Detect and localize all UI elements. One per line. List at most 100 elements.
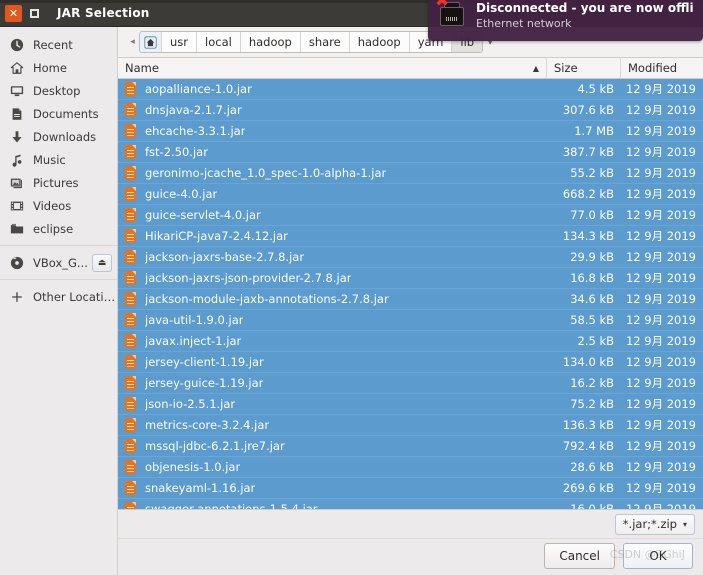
sidebar-item-home[interactable]: Home <box>0 56 117 79</box>
table-row[interactable]: dnsjava-2.1.7.jar 307.6 kB 12 9月 2019 <box>118 100 703 121</box>
filter-value-label: *.jar;*.zip <box>622 517 677 531</box>
sidebar-item-pictures[interactable]: Pictures <box>0 171 117 194</box>
cancel-button[interactable]: Cancel <box>544 542 615 569</box>
jar-file-icon <box>125 355 136 369</box>
table-row[interactable]: json-io-2.5.1.jar 75.2 kB 12 9月 2019 <box>118 394 703 415</box>
breadcrumb-item-share[interactable]: share <box>300 32 350 52</box>
table-row[interactable]: metrics-core-3.2.4.jar 136.3 kB 12 9月 2019 <box>118 415 703 436</box>
sidebar-item-desktop[interactable]: Desktop <box>0 79 117 102</box>
file-modified-cell: 12 9月 2019 <box>625 145 696 159</box>
sidebar-item-label: Other Locations <box>33 289 117 304</box>
file-name-label: fst-2.50.jar <box>145 145 208 159</box>
sidebar-item-label: Documents <box>33 106 99 121</box>
file-size-cell: 16.8 kB <box>570 271 614 285</box>
jar-file-icon <box>125 439 136 453</box>
file-name-cell: dnsjava-2.1.7.jar <box>118 103 547 117</box>
breadcrumb-home-button[interactable] <box>140 32 162 52</box>
file-modified-cell: 12 9月 2019 <box>625 460 696 474</box>
table-row[interactable]: HikariCP-java7-2.4.12.jar 134.3 kB 12 9月 2… <box>118 226 703 247</box>
breadcrumb-item-hadoop-2[interactable]: hadoop <box>349 32 410 52</box>
table-row[interactable]: guice-4.0.jar 668.2 kB 12 9月 2019 <box>118 184 703 205</box>
file-name-cell: guice-4.0.jar <box>118 187 547 201</box>
file-modified-cell: 12 9月 2019 <box>625 208 696 222</box>
table-row[interactable]: jersey-client-1.19.jar 134.0 kB 12 9月 2019 <box>118 352 703 373</box>
places-sidebar: Recent Home Desktop Documents Downloads … <box>0 27 118 575</box>
table-row[interactable]: aopalliance-1.0.jar 4.5 kB 12 9月 2019 <box>118 79 703 100</box>
column-header-name[interactable]: Name ▲ <box>118 58 547 78</box>
file-modified-cell: 12 9月 2019 <box>625 292 696 306</box>
sidebar-item-downloads[interactable]: Downloads <box>0 125 117 148</box>
close-icon[interactable]: ✕ <box>5 4 22 22</box>
file-size-cell: 16.2 kB <box>570 376 614 390</box>
column-header-size[interactable]: Size <box>547 58 621 78</box>
table-row[interactable]: geronimo-jcache_1.0_spec-1.0-alpha-1.jar… <box>118 163 703 184</box>
jar-file-icon <box>125 418 136 432</box>
table-row[interactable]: jersey-guice-1.19.jar 16.2 kB 12 9月 2019 <box>118 373 703 394</box>
file-name-label: java-util-1.9.0.jar <box>145 313 244 327</box>
sidebar-item-label: VBox_G... <box>33 255 88 270</box>
sidebar-item-vbox-device[interactable]: VBox_G... ⏏ <box>0 251 117 274</box>
file-size-cell: 269.6 kB <box>562 481 614 495</box>
column-header-name-label: Name <box>125 61 159 75</box>
file-size-cell: 134.0 kB <box>562 355 614 369</box>
table-row[interactable]: ehcache-3.3.1.jar 1.7 MB 12 9月 2019 <box>118 121 703 142</box>
table-row[interactable]: javax.inject-1.jar 2.5 kB 12 9月 2019 <box>118 331 703 352</box>
chevron-down-icon: ▾ <box>682 519 687 529</box>
chevron-left-icon[interactable]: ◂ <box>126 31 139 53</box>
pictures-icon <box>9 175 25 191</box>
table-row[interactable]: fst-2.50.jar 387.7 kB 12 9月 2019 <box>118 142 703 163</box>
file-name-label: HikariCP-java7-2.4.12.jar <box>145 229 288 243</box>
file-modified-cell: 12 9月 2019 <box>625 187 696 201</box>
file-type-filter-dropdown[interactable]: *.jar;*.zip ▾ <box>614 513 695 535</box>
table-row[interactable]: jackson-jaxrs-base-2.7.8.jar 29.9 kB 12 9月… <box>118 247 703 268</box>
jar-file-icon <box>125 82 136 96</box>
file-modified-cell: 12 9月 2019 <box>625 502 696 509</box>
file-modified-cell: 12 9月 2019 <box>625 418 696 432</box>
file-size-cell: 668.2 kB <box>562 187 614 201</box>
maximize-icon[interactable] <box>26 4 43 22</box>
file-modified-cell: 12 9月 2019 <box>625 376 696 390</box>
home-icon <box>9 60 25 76</box>
sidebar-item-other-locations[interactable]: Other Locations <box>0 285 117 308</box>
table-row[interactable]: guice-servlet-4.0.jar 77.0 kB 12 9月 2019 <box>118 205 703 226</box>
sidebar-item-videos[interactable]: Videos <box>0 194 117 217</box>
file-name-cell: jackson-jaxrs-base-2.7.8.jar <box>118 250 547 264</box>
sidebar-item-label: Recent <box>33 37 73 52</box>
breadcrumb-item-usr[interactable]: usr <box>162 32 198 52</box>
desktop-icon <box>9 83 25 99</box>
ok-button[interactable]: OK <box>623 542 693 569</box>
sidebar-item-documents[interactable]: Documents <box>0 102 117 125</box>
sidebar-item-eclipse[interactable]: eclipse <box>0 217 117 240</box>
clock-icon <box>9 37 25 53</box>
file-name-label: geronimo-jcache_1.0_spec-1.0-alpha-1.jar <box>145 166 387 180</box>
jar-file-icon <box>125 376 136 390</box>
table-row[interactable]: mssql-jdbc-6.2.1.jre7.jar 792.4 kB 12 9月 2… <box>118 436 703 457</box>
file-name-cell: ehcache-3.3.1.jar <box>118 124 547 138</box>
file-size-cell: 58.5 kB <box>570 313 614 327</box>
table-row[interactable]: jackson-jaxrs-json-provider-2.7.8.jar 16.… <box>118 268 703 289</box>
eject-button[interactable]: ⏏ <box>92 253 112 272</box>
column-header-modified[interactable]: Modified <box>621 58 703 78</box>
table-row[interactable]: jackson-module-jaxb-annotations-2.7.8.ja… <box>118 289 703 310</box>
jar-file-icon <box>125 460 136 474</box>
network-notification[interactable]: ✖ Disconnected - you are now offline Eth… <box>428 0 703 41</box>
sidebar-item-music[interactable]: Music <box>0 148 117 171</box>
file-size-cell: 55.2 kB <box>570 166 614 180</box>
table-row[interactable]: objenesis-1.0.jar 28.6 kB 12 9月 2019 <box>118 457 703 478</box>
sidebar-item-label: Home <box>33 60 67 75</box>
breadcrumb-item-hadoop[interactable]: hadoop <box>240 32 301 52</box>
file-name-cell: objenesis-1.0.jar <box>118 460 547 474</box>
file-browser-pane: ◂ usr local hadoop share hadoop yarn lib… <box>118 27 703 575</box>
file-name-label: snakeyaml-1.16.jar <box>145 481 256 495</box>
table-row[interactable]: swagger-annotations-1.5.4.jar 16.0 kB 12 9… <box>118 499 703 509</box>
sidebar-item-recent[interactable]: Recent <box>0 33 117 56</box>
file-modified-cell: 12 9月 2019 <box>625 313 696 327</box>
file-name-cell: metrics-core-3.2.4.jar <box>118 418 547 432</box>
jar-file-icon <box>125 145 136 159</box>
file-modified-cell: 12 9月 2019 <box>625 439 696 453</box>
table-row[interactable]: java-util-1.9.0.jar 58.5 kB 12 9月 2019 <box>118 310 703 331</box>
jar-file-icon <box>125 292 136 306</box>
table-row[interactable]: snakeyaml-1.16.jar 269.6 kB 12 9月 2019 <box>118 478 703 499</box>
notification-title: Disconnected - you are now offline <box>476 2 693 15</box>
breadcrumb-item-local[interactable]: local <box>197 32 241 52</box>
